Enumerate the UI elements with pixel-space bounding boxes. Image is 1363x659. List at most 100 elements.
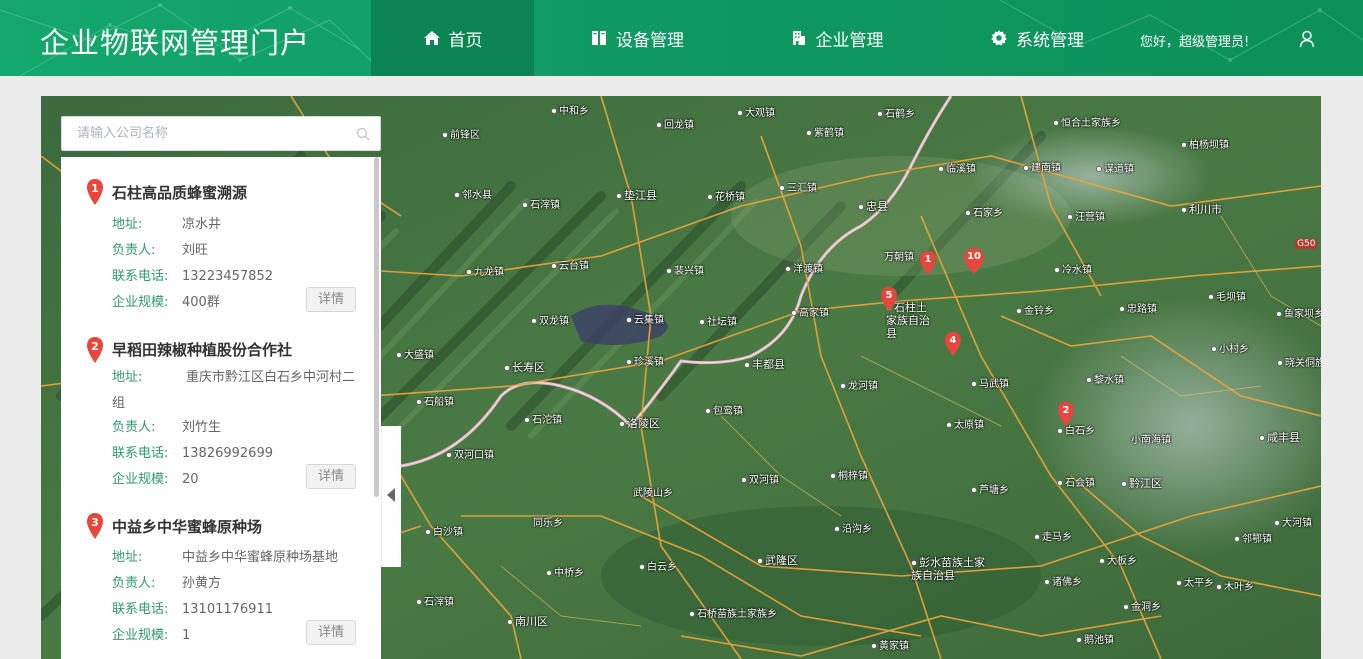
address-value: 凉水井 (182, 217, 222, 232)
map-place: 长寿区 (504, 359, 545, 375)
map-place: 邻水县 (454, 186, 492, 201)
user-icon[interactable] (1299, 30, 1315, 48)
map-place: 沿沟乡 (834, 520, 872, 535)
map-place: 咸丰县 (1259, 429, 1300, 445)
map-place: 石滓镇 (416, 593, 454, 608)
map-place: 云集镇 (626, 311, 664, 326)
map-place: 利川市 (1181, 201, 1222, 217)
map-place: 双河口镇 (446, 446, 494, 461)
scale-label: 企业规模: (112, 295, 169, 310)
nav-device-label: 设备管理 (616, 30, 684, 51)
app-title: 企业物联网管理门户 (40, 26, 311, 60)
nav-system-management[interactable]: 系统管理 (933, 0, 1141, 76)
map-place: 万朝镇 (884, 252, 914, 263)
map-place: 邻鄂镇 (1234, 530, 1272, 545)
scale-value: 20 (182, 472, 199, 487)
map-place: 洛陵区 (619, 415, 660, 431)
phone-value: 13223457852 (182, 269, 273, 284)
map-place: 石船镇 (416, 393, 454, 408)
book-icon (592, 31, 606, 45)
map-place: 中和乡 (551, 102, 589, 117)
nav-enterprise-management[interactable]: 企业管理 (740, 0, 933, 76)
map-place: 石会镇 (1057, 474, 1095, 489)
marker-number: 4 (949, 335, 957, 346)
contact-value: 刘旺 (182, 243, 209, 258)
map-place: 谋道镇 (1096, 160, 1134, 175)
map-place: 黄家镇 (871, 637, 909, 652)
detail-button[interactable]: 详情 (306, 620, 356, 645)
list-scrollbar[interactable] (374, 157, 379, 497)
nav-device-management[interactable]: 设备管理 (534, 0, 740, 76)
map-place: 双龙镇 (531, 312, 569, 327)
user-greeting: 您好，超级管理员! (1140, 35, 1250, 50)
map-place: 临溪镇 (938, 160, 976, 175)
phone-value: 13826992699 (182, 446, 273, 461)
map-place: 大河镇 (1274, 514, 1312, 529)
map-place: 彭水苗族土家族自治县 (911, 556, 991, 582)
detail-button[interactable]: 详情 (306, 464, 356, 489)
map-place: 武隆区 (757, 552, 798, 568)
main-nav: 首页 设备管理 企业管理 系统管理 (371, 0, 1141, 76)
map-place: 武陵山乡 (633, 488, 673, 499)
map-place: 云台镇 (551, 257, 589, 272)
phone-row: 联系电话: 13826992699 (112, 442, 273, 461)
map-place: 珍溪镇 (626, 353, 664, 368)
map-marker[interactable]: 5 (880, 287, 898, 311)
map-place: 鱼家坝乡 (1276, 305, 1321, 320)
contact-row: 负责人: 刘竹生 (112, 416, 221, 435)
company-index: 2 (91, 340, 99, 353)
map-place: 中桥乡 (546, 564, 584, 579)
scale-label: 企业规模: (112, 472, 169, 487)
company-name: 早稻田辣椒种植股份合作社 (112, 341, 293, 359)
contact-value: 刘竹生 (182, 420, 222, 435)
nav-enterprise-label: 企业管理 (815, 30, 884, 51)
search-icon[interactable] (356, 127, 370, 141)
map-place: 走马乡 (1034, 528, 1072, 543)
scale-row: 企业规模: 1 (112, 624, 190, 643)
nav-home[interactable]: 首页 (371, 0, 534, 76)
company-index-pin: 1 (86, 179, 104, 205)
map-place: 小南海镇 (1131, 435, 1171, 446)
map-marker[interactable]: 2 (1057, 402, 1075, 426)
map-place: 金洞乡 (1123, 598, 1161, 613)
panel-collapse-toggle[interactable] (381, 426, 401, 567)
map-place: 芦塘乡 (971, 481, 1009, 496)
map-place: 黎水镇 (1086, 371, 1124, 386)
address-row: 地址: 中益乡中华蜜蜂原种场基地 (112, 546, 338, 565)
address-row: 地址: 凉水井 (112, 213, 221, 232)
map-place: 同乐乡 (533, 518, 563, 529)
company-index: 3 (91, 516, 99, 529)
map-place: 前锋区 (442, 126, 480, 141)
map-place: 回龙镇 (656, 116, 694, 131)
scale-value: 400群 (182, 295, 220, 310)
company-search-input[interactable] (62, 117, 352, 150)
map-marker[interactable]: 4 (944, 332, 962, 356)
map-marker[interactable]: 10 (963, 248, 985, 274)
address-label: 地址: (112, 550, 143, 565)
contact-value: 孙黄方 (182, 576, 222, 591)
address-label: 地址: (112, 370, 143, 385)
map-place: 晓关侗族乡 (1277, 354, 1321, 369)
detail-button[interactable]: 详情 (306, 287, 356, 312)
map-place: 紫鹤镇 (806, 124, 844, 139)
company-search-box (61, 116, 381, 151)
map-place: 小村乡 (1211, 340, 1249, 355)
map-place: 诸佛乡 (1044, 573, 1082, 588)
map-place: 汪营镇 (1067, 208, 1105, 223)
map-place: 柏杨坝镇 (1181, 136, 1229, 151)
company-index-pin: 3 (86, 513, 104, 539)
nav-system-label: 系统管理 (1016, 30, 1084, 51)
marker-number: 10 (967, 251, 981, 262)
scale-row: 企业规模: 400群 (112, 291, 220, 310)
map-place: 白沙镇 (425, 523, 463, 538)
contact-label: 负责人: (112, 243, 156, 258)
nav-home-label: 首页 (448, 30, 483, 51)
company-name: 石柱高品质蜂蜜溯源 (112, 184, 248, 202)
phone-label: 联系电话: (112, 269, 169, 284)
scale-label: 企业规模: (112, 628, 169, 643)
scale-value: 1 (182, 628, 191, 643)
map-marker[interactable]: 1 (919, 251, 937, 275)
map-place: 南川区 (507, 613, 548, 629)
phone-label: 联系电话: (112, 602, 169, 617)
contact-row: 负责人: 孙黄方 (112, 572, 221, 591)
